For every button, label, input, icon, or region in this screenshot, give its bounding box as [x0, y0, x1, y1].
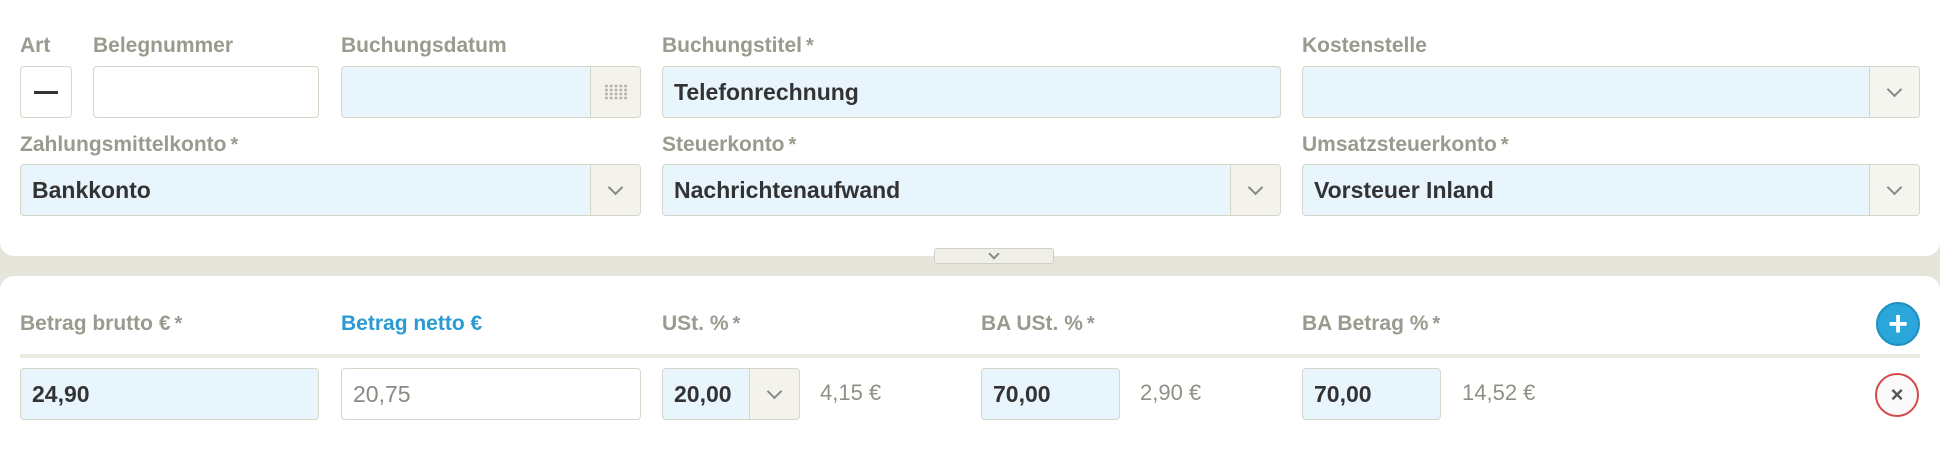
betrag-netto-label[interactable]: Betrag netto € — [341, 312, 482, 336]
steuerkonto-label: Steuerkonto * — [662, 133, 796, 157]
ba-betrag-label-text: BA Betrag % — [1302, 312, 1429, 335]
kostenstelle-dropdown-button[interactable] — [1869, 67, 1919, 117]
booking-header-panel: Art Belegnummer Buchungsdatum Buchungsti… — [0, 0, 1940, 256]
umsatzsteuerkonto-value: Vorsteuer Inland — [1314, 176, 1494, 203]
kostenstelle-label: Kostenstelle — [1302, 34, 1427, 57]
buchungsdatum-label: Buchungsdatum — [341, 34, 507, 57]
buchungstitel-label: Buchungstitel * — [662, 34, 814, 58]
ba-ust-value: 70,00 — [993, 380, 1051, 407]
calendar-icon — [603, 84, 628, 100]
umsatzsteuerkonto-dropdown-button[interactable] — [1869, 165, 1919, 215]
betrag-brutto-label: Betrag brutto € * — [20, 312, 182, 336]
kostenstelle-select[interactable] — [1302, 66, 1920, 118]
collapse-toggle-button[interactable] — [934, 247, 1054, 264]
chevron-down-icon — [988, 247, 1000, 260]
umsatzsteuerkonto-select[interactable]: Vorsteuer Inland — [1302, 164, 1920, 216]
ust-label: USt. % * — [662, 312, 740, 336]
ba-betrag-value: 70,00 — [1314, 380, 1372, 407]
ba-ust-amount: 2,90 € — [1140, 380, 1202, 405]
belegnummer-label: Belegnummer — [93, 34, 234, 57]
ba-betrag-amount: 14,52 € — [1462, 380, 1536, 405]
close-icon: × — [1890, 382, 1904, 407]
ba-ust-input[interactable]: 70,00 — [981, 368, 1120, 420]
zahlungsmittelkonto-value: Bankkonto — [32, 176, 151, 203]
ust-dropdown-button[interactable] — [749, 369, 799, 419]
required-mark: * — [788, 134, 797, 156]
buchungstitel-value: Telefonrechnung — [674, 78, 859, 105]
chevron-down-icon — [1247, 179, 1264, 195]
betrag-brutto-label-text: Betrag brutto € — [20, 312, 171, 335]
chevron-down-icon — [766, 383, 783, 399]
betrag-netto-value: 20,75 — [353, 380, 411, 407]
add-row-button[interactable]: + — [1876, 302, 1920, 346]
buchungstitel-label-text: Buchungstitel — [662, 34, 802, 57]
art-toggle-button[interactable] — [20, 66, 72, 118]
betrag-brutto-value: 24,90 — [32, 380, 90, 407]
steuerkonto-value: Nachrichtenaufwand — [674, 176, 901, 203]
required-mark: * — [1500, 134, 1509, 156]
required-mark: * — [1086, 313, 1095, 335]
minus-icon — [34, 90, 58, 94]
required-mark: * — [1432, 313, 1441, 335]
chevron-down-icon — [1886, 81, 1903, 97]
ba-betrag-label: BA Betrag % * — [1302, 312, 1440, 336]
art-label: Art — [20, 34, 51, 57]
betrag-netto-input[interactable]: 20,75 — [341, 368, 641, 420]
zahlungsmittelkonto-dropdown-button[interactable] — [590, 165, 640, 215]
ust-label-text: USt. % — [662, 312, 729, 335]
zahlungsmittelkonto-select[interactable]: Bankkonto — [20, 164, 641, 216]
required-mark: * — [230, 134, 239, 156]
steuerkonto-dropdown-button[interactable] — [1230, 165, 1280, 215]
ba-ust-label-text: BA USt. % — [981, 312, 1083, 335]
chevron-down-icon — [1886, 179, 1903, 195]
chevron-down-icon — [607, 179, 624, 195]
zahlungsmittelkonto-label: Zahlungsmittelkonto * — [20, 133, 238, 157]
header-divider — [20, 354, 1920, 358]
required-mark: * — [806, 35, 814, 57]
required-mark: * — [732, 313, 741, 335]
remove-row-button[interactable]: × — [1875, 373, 1919, 417]
ba-betrag-input[interactable]: 70,00 — [1302, 368, 1441, 420]
buchungstitel-input[interactable]: Telefonrechnung — [662, 66, 1281, 118]
umsatzsteuerkonto-label-text: Umsatzsteuerkonto — [1302, 133, 1497, 156]
ust-amount: 4,15 € — [820, 380, 882, 405]
belegnummer-input[interactable] — [93, 66, 319, 118]
buchungsdatum-input[interactable] — [341, 66, 641, 118]
steuerkonto-select[interactable]: Nachrichtenaufwand — [662, 164, 1281, 216]
required-mark: * — [174, 313, 183, 335]
ba-ust-label: BA USt. % * — [981, 312, 1095, 336]
steuerkonto-label-text: Steuerkonto — [662, 133, 785, 156]
betrag-brutto-input[interactable]: 24,90 — [20, 368, 319, 420]
zahlungsmittelkonto-label-text: Zahlungsmittelkonto — [20, 133, 227, 156]
ust-select[interactable]: 20,00 — [662, 368, 800, 420]
umsatzsteuerkonto-label: Umsatzsteuerkonto * — [1302, 133, 1509, 157]
calendar-button[interactable] — [590, 67, 640, 117]
plus-icon: + — [1888, 305, 1908, 343]
